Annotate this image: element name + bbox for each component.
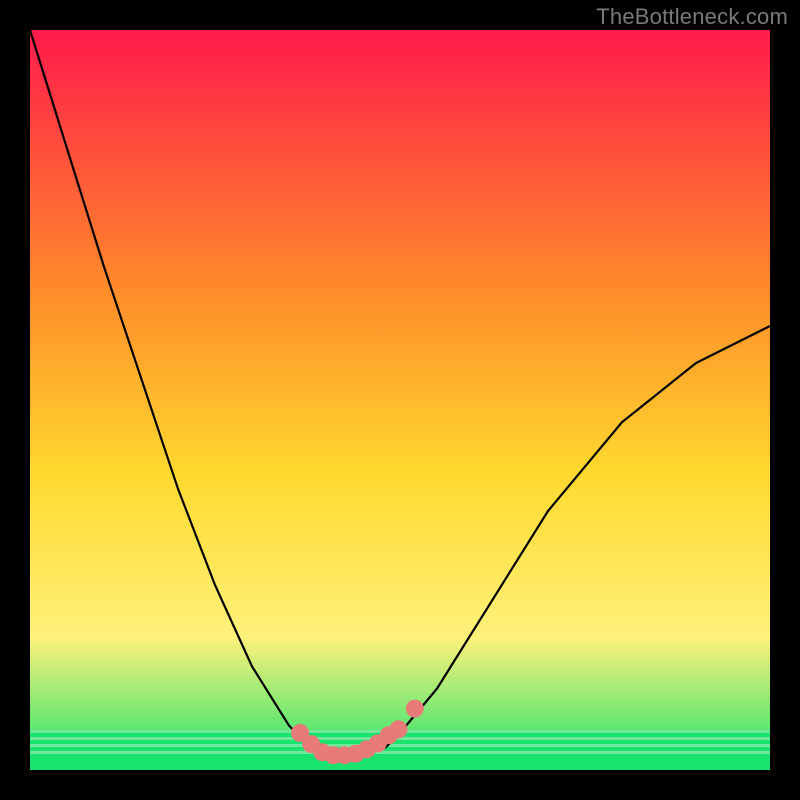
gradient-background xyxy=(30,30,770,770)
bottleneck-plot xyxy=(30,30,770,770)
plot-svg xyxy=(30,30,770,770)
green-stripe-3 xyxy=(30,744,770,747)
chart-frame: TheBottleneck.com xyxy=(0,0,800,800)
green-stripe-4 xyxy=(30,751,770,754)
scatter-point xyxy=(406,700,424,718)
watermark-text: TheBottleneck.com xyxy=(596,4,788,30)
scatter-point xyxy=(390,720,408,738)
